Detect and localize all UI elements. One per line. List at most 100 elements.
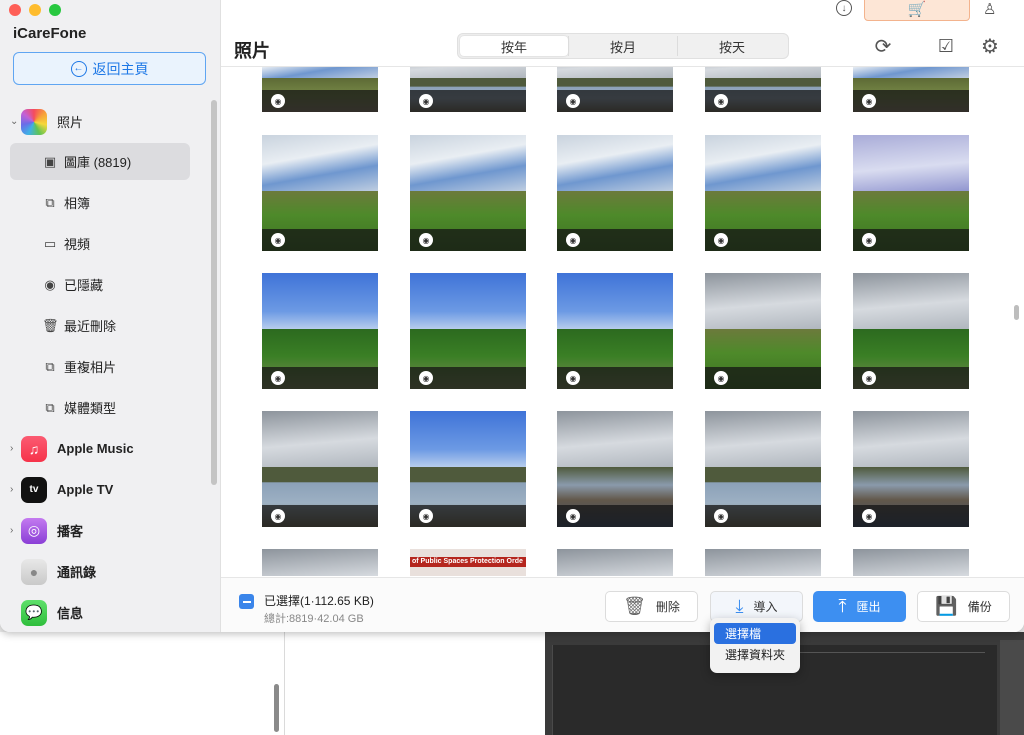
sidebar-item-label: 播客 [57, 524, 84, 539]
chevron-right-icon[interactable]: › [10, 525, 13, 536]
camera-icon: ◉ [566, 509, 580, 523]
message-bubble-icon: 💬 [21, 599, 47, 626]
photo-thumbnail[interactable]: of Public Spaces Protection Orde [410, 549, 526, 576]
photo-thumbnail[interactable] [705, 549, 821, 576]
camera-icon: ◉ [862, 94, 876, 108]
background-divider [284, 632, 285, 735]
window-controls [9, 4, 61, 16]
gear-icon[interactable]: ⚙ [978, 34, 1002, 58]
minimize-window-button[interactable] [29, 4, 41, 16]
sidebar-item-label: 重複相片 [64, 360, 117, 375]
trash-icon: 🗑 [623, 596, 646, 616]
save-disk-icon: 💾 [935, 596, 958, 616]
photo-thumbnail[interactable]: ◉ [410, 411, 526, 527]
back-home-button[interactable]: ← 返回主頁 [13, 52, 206, 85]
back-home-label: 返回主頁 [92, 60, 149, 77]
sidebar-item-label: 最近刪除 [64, 319, 117, 334]
background-window-left [0, 632, 545, 735]
sidebar-item-albums[interactable]: ⧉ 相簿 [0, 184, 211, 221]
sidebar-item-messages[interactable]: 💬 信息 [0, 594, 211, 631]
photo-thumbnail[interactable]: ◉ [557, 135, 673, 251]
delete-label: 刪除 [655, 600, 680, 614]
menu-item-choose-folder[interactable]: 選擇資料夾 [714, 644, 796, 665]
sidebar-scrollbar[interactable] [211, 100, 217, 485]
app-window: iCareFone ← 返回主頁 ⌄ 照片 ▣ 圖庫 (8819) ⧉ 相簿 ▭… [0, 0, 1024, 632]
photo-grid: ◉ ◉ ◉ ◉ ◉ ◉ ◉ ◉ ◉ ◉ ◉ ◉ ◉ ◉ ◉ ◉ ◉ ◉ ◉ ◉ [221, 67, 1014, 576]
sidebar-item-apple-tv[interactable]: › tv Apple TV [0, 471, 211, 508]
camera-icon: ◉ [419, 233, 433, 247]
photo-thumbnail[interactable]: ◉ [853, 67, 969, 112]
grid-scrollbar[interactable] [1014, 305, 1019, 320]
export-label: 匯出 [856, 600, 881, 614]
photo-thumbnail[interactable]: ◉ [557, 273, 673, 389]
cart-button[interactable]: 🛒 [864, 0, 970, 21]
close-window-button[interactable] [9, 4, 21, 16]
tab-by-month[interactable]: 按月 [568, 36, 677, 56]
select-check-icon[interactable]: ☑ [934, 34, 958, 58]
photo-thumbnail[interactable]: ◉ [705, 135, 821, 251]
tab-by-year[interactable]: 按年 [460, 36, 568, 56]
delete-button[interactable]: 🗑 刪除 [605, 591, 698, 622]
sidebar-item-videos[interactable]: ▭ 視頻 [0, 225, 211, 262]
photo-thumbnail[interactable]: ◉ [853, 411, 969, 527]
import-menu: 選擇檔 選擇資料夾 [710, 618, 800, 673]
chevron-down-icon[interactable]: ⌄ [10, 116, 18, 127]
photo-thumbnail[interactable]: ◉ [262, 273, 378, 389]
select-all-checkbox[interactable] [239, 594, 254, 609]
photo-thumbnail[interactable]: ◉ [262, 411, 378, 527]
sidebar-item-label: 通訊錄 [57, 565, 97, 580]
photo-thumbnail[interactable]: ◉ [853, 135, 969, 251]
tab-by-day[interactable]: 按天 [677, 36, 786, 56]
photo-thumbnail[interactable]: ◉ [410, 67, 526, 112]
camera-icon: ◉ [271, 371, 285, 385]
sidebar-item-label: 相簿 [64, 196, 91, 211]
sidebar-item-contacts[interactable]: ● 通訊錄 [0, 553, 211, 590]
page-title: 照片 [234, 41, 270, 61]
photo-thumbnail[interactable]: ◉ [705, 411, 821, 527]
backup-label: 備份 [967, 600, 992, 614]
photo-thumbnail[interactable]: ◉ [557, 67, 673, 112]
camera-icon: ◉ [862, 509, 876, 523]
sidebar-item-podcasts[interactable]: › ◎ 播客 [0, 512, 211, 549]
trash-icon: 🗑 [42, 317, 59, 333]
sidebar-item-library[interactable]: ▣ 圖庫 (8819) [10, 143, 190, 180]
photo-thumbnail[interactable] [262, 549, 378, 576]
selected-summary: 已選擇(1·112.65 KB) [264, 594, 374, 608]
download-icon[interactable]: ↓ [836, 0, 852, 16]
backup-button[interactable]: 💾 備份 [917, 591, 1010, 622]
sidebar-item-hidden[interactable]: ◉ 已隱藏 [0, 266, 211, 303]
photos-app-icon [21, 108, 47, 135]
total-summary: 總計:8819·42.04 GB [264, 613, 364, 625]
photo-thumbnail[interactable]: ◉ [705, 273, 821, 389]
camera-icon: ◉ [566, 94, 580, 108]
photo-thumbnail[interactable]: ◉ [410, 135, 526, 251]
camera-icon: ◉ [566, 371, 580, 385]
sidebar-item-apple-music[interactable]: › ♫ Apple Music [0, 430, 211, 467]
zoom-window-button[interactable] [49, 4, 61, 16]
photo-thumbnail[interactable] [557, 549, 673, 576]
back-arrow-icon: ← [70, 60, 87, 77]
photo-thumbnail[interactable]: ◉ [705, 67, 821, 112]
photo-thumbnail[interactable]: ◉ [262, 67, 378, 112]
media-type-icon: ⧉ [45, 399, 55, 415]
photo-thumbnail[interactable]: ◉ [262, 135, 378, 251]
camera-icon: ◉ [271, 509, 285, 523]
photo-thumbnail[interactable]: ◉ [853, 273, 969, 389]
sidebar-item-recently-deleted[interactable]: 🗑 最近刪除 [0, 307, 211, 344]
refresh-icon[interactable]: ⟳ [871, 34, 895, 58]
sidebar-item-label: 照片 [57, 115, 84, 130]
menu-item-choose-file[interactable]: 選擇檔 [714, 623, 796, 644]
camera-icon: ◉ [862, 233, 876, 247]
sidebar-item-media-types[interactable]: ⧉ 媒體類型 [0, 389, 211, 426]
chevron-right-icon[interactable]: › [10, 443, 13, 454]
user-icon[interactable]: ♙ [983, 0, 996, 18]
sidebar-item-photos[interactable]: ⌄ 照片 [0, 103, 211, 140]
chevron-right-icon[interactable]: › [10, 484, 13, 495]
photo-thumbnail[interactable] [853, 549, 969, 576]
cart-icon: 🛒 [907, 0, 927, 18]
sidebar-item-duplicates[interactable]: ⧉ 重複相片 [0, 348, 211, 385]
sidebar-item-label: 圖庫 (8819) [64, 155, 132, 170]
photo-thumbnail[interactable]: ◉ [557, 411, 673, 527]
export-button[interactable]: ⤒ 匯出 [813, 591, 906, 622]
photo-thumbnail[interactable]: ◉ [410, 273, 526, 389]
